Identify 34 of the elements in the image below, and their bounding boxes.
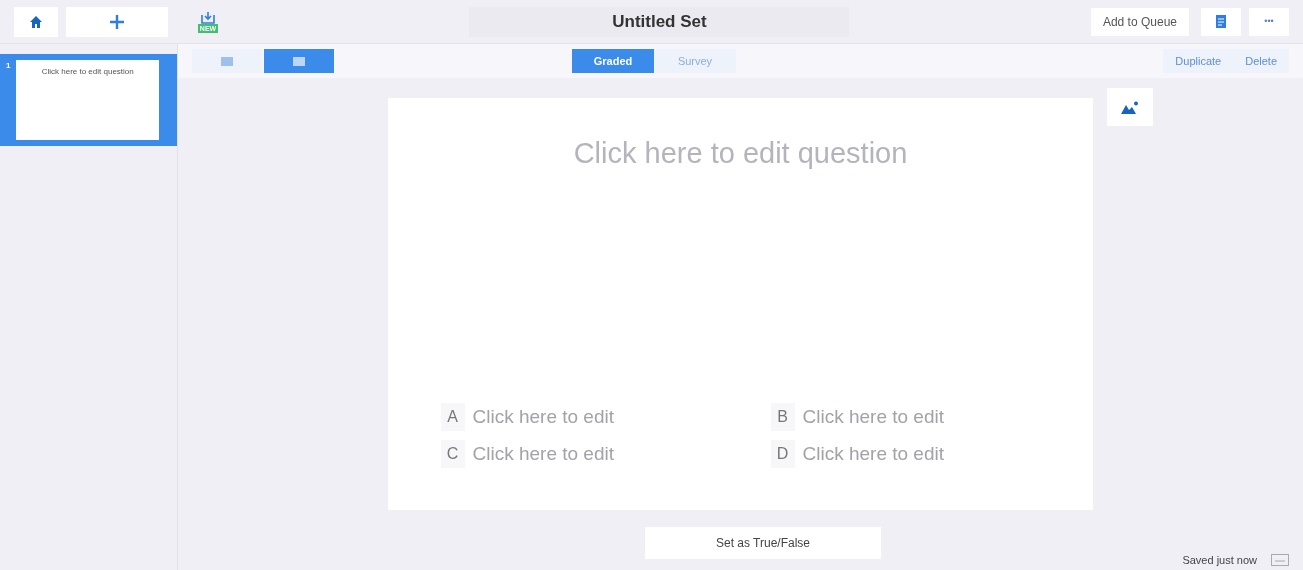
question-placeholder[interactable]: Click here to edit question [573,132,908,176]
action-button[interactable]: Delete [1233,49,1289,73]
home-button[interactable] [14,6,58,37]
view-toggle[interactable] [264,49,334,73]
save-status: Saved just now [1182,552,1257,568]
answer-placeholder[interactable]: Click here to edit [472,439,614,468]
mode-tab[interactable]: Graded [572,49,654,73]
set-title[interactable]: Untitled Set [469,6,850,37]
answer-letter: A [440,403,465,432]
home-icon [29,14,43,29]
mode-tab[interactable]: Survey [654,49,736,73]
true-false-button[interactable]: Set as True/False [645,527,881,559]
slide-question-text: Click here to edit question [41,66,134,78]
answer-placeholder[interactable]: Click here to edit [472,403,614,432]
more-button[interactable]: ••• [1249,7,1289,36]
layout-icon [293,56,305,66]
import-icon [200,10,216,24]
answer-placeholder[interactable]: Click here to edit [802,403,944,432]
add-to-queue-button[interactable]: Add to Queue [1090,7,1189,36]
layout-icon [221,56,233,66]
answer-letter: D [770,439,795,468]
view-toggle[interactable] [192,49,262,73]
add-image-button[interactable] [1107,88,1153,126]
answer-placeholder[interactable]: Click here to edit [802,439,944,468]
slide-number: 1 [6,60,11,72]
document-button[interactable] [1201,7,1241,36]
keyboard-icon [1271,553,1289,566]
action-button[interactable]: Duplicate [1163,49,1234,73]
plus-icon [109,13,125,30]
answer-letter: B [770,403,795,432]
slide-thumbnail[interactable]: 1 Click here to edit question [0,54,177,146]
answer-letter: C [440,439,465,468]
document-icon [1216,15,1226,28]
image-icon [1121,100,1139,114]
